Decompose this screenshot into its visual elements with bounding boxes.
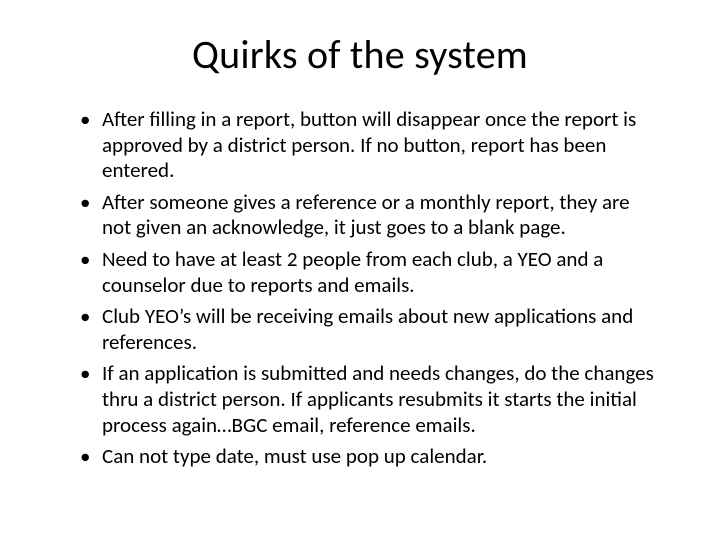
bullet-list: After filling in a report, button will d… [60,107,660,470]
list-item: Need to have at least 2 people from each… [80,247,656,298]
list-item: Club YEO’s will be receiving emails abou… [80,304,656,355]
list-item: Can not type date, must use pop up calen… [80,444,656,470]
list-item: If an application is submitted and needs… [80,361,656,438]
list-item: After filling in a report, button will d… [80,107,656,184]
list-item: After someone gives a reference or a mon… [80,190,656,241]
slide-title: Quirks of the system [60,30,660,79]
slide: Quirks of the system After filling in a … [0,0,720,540]
